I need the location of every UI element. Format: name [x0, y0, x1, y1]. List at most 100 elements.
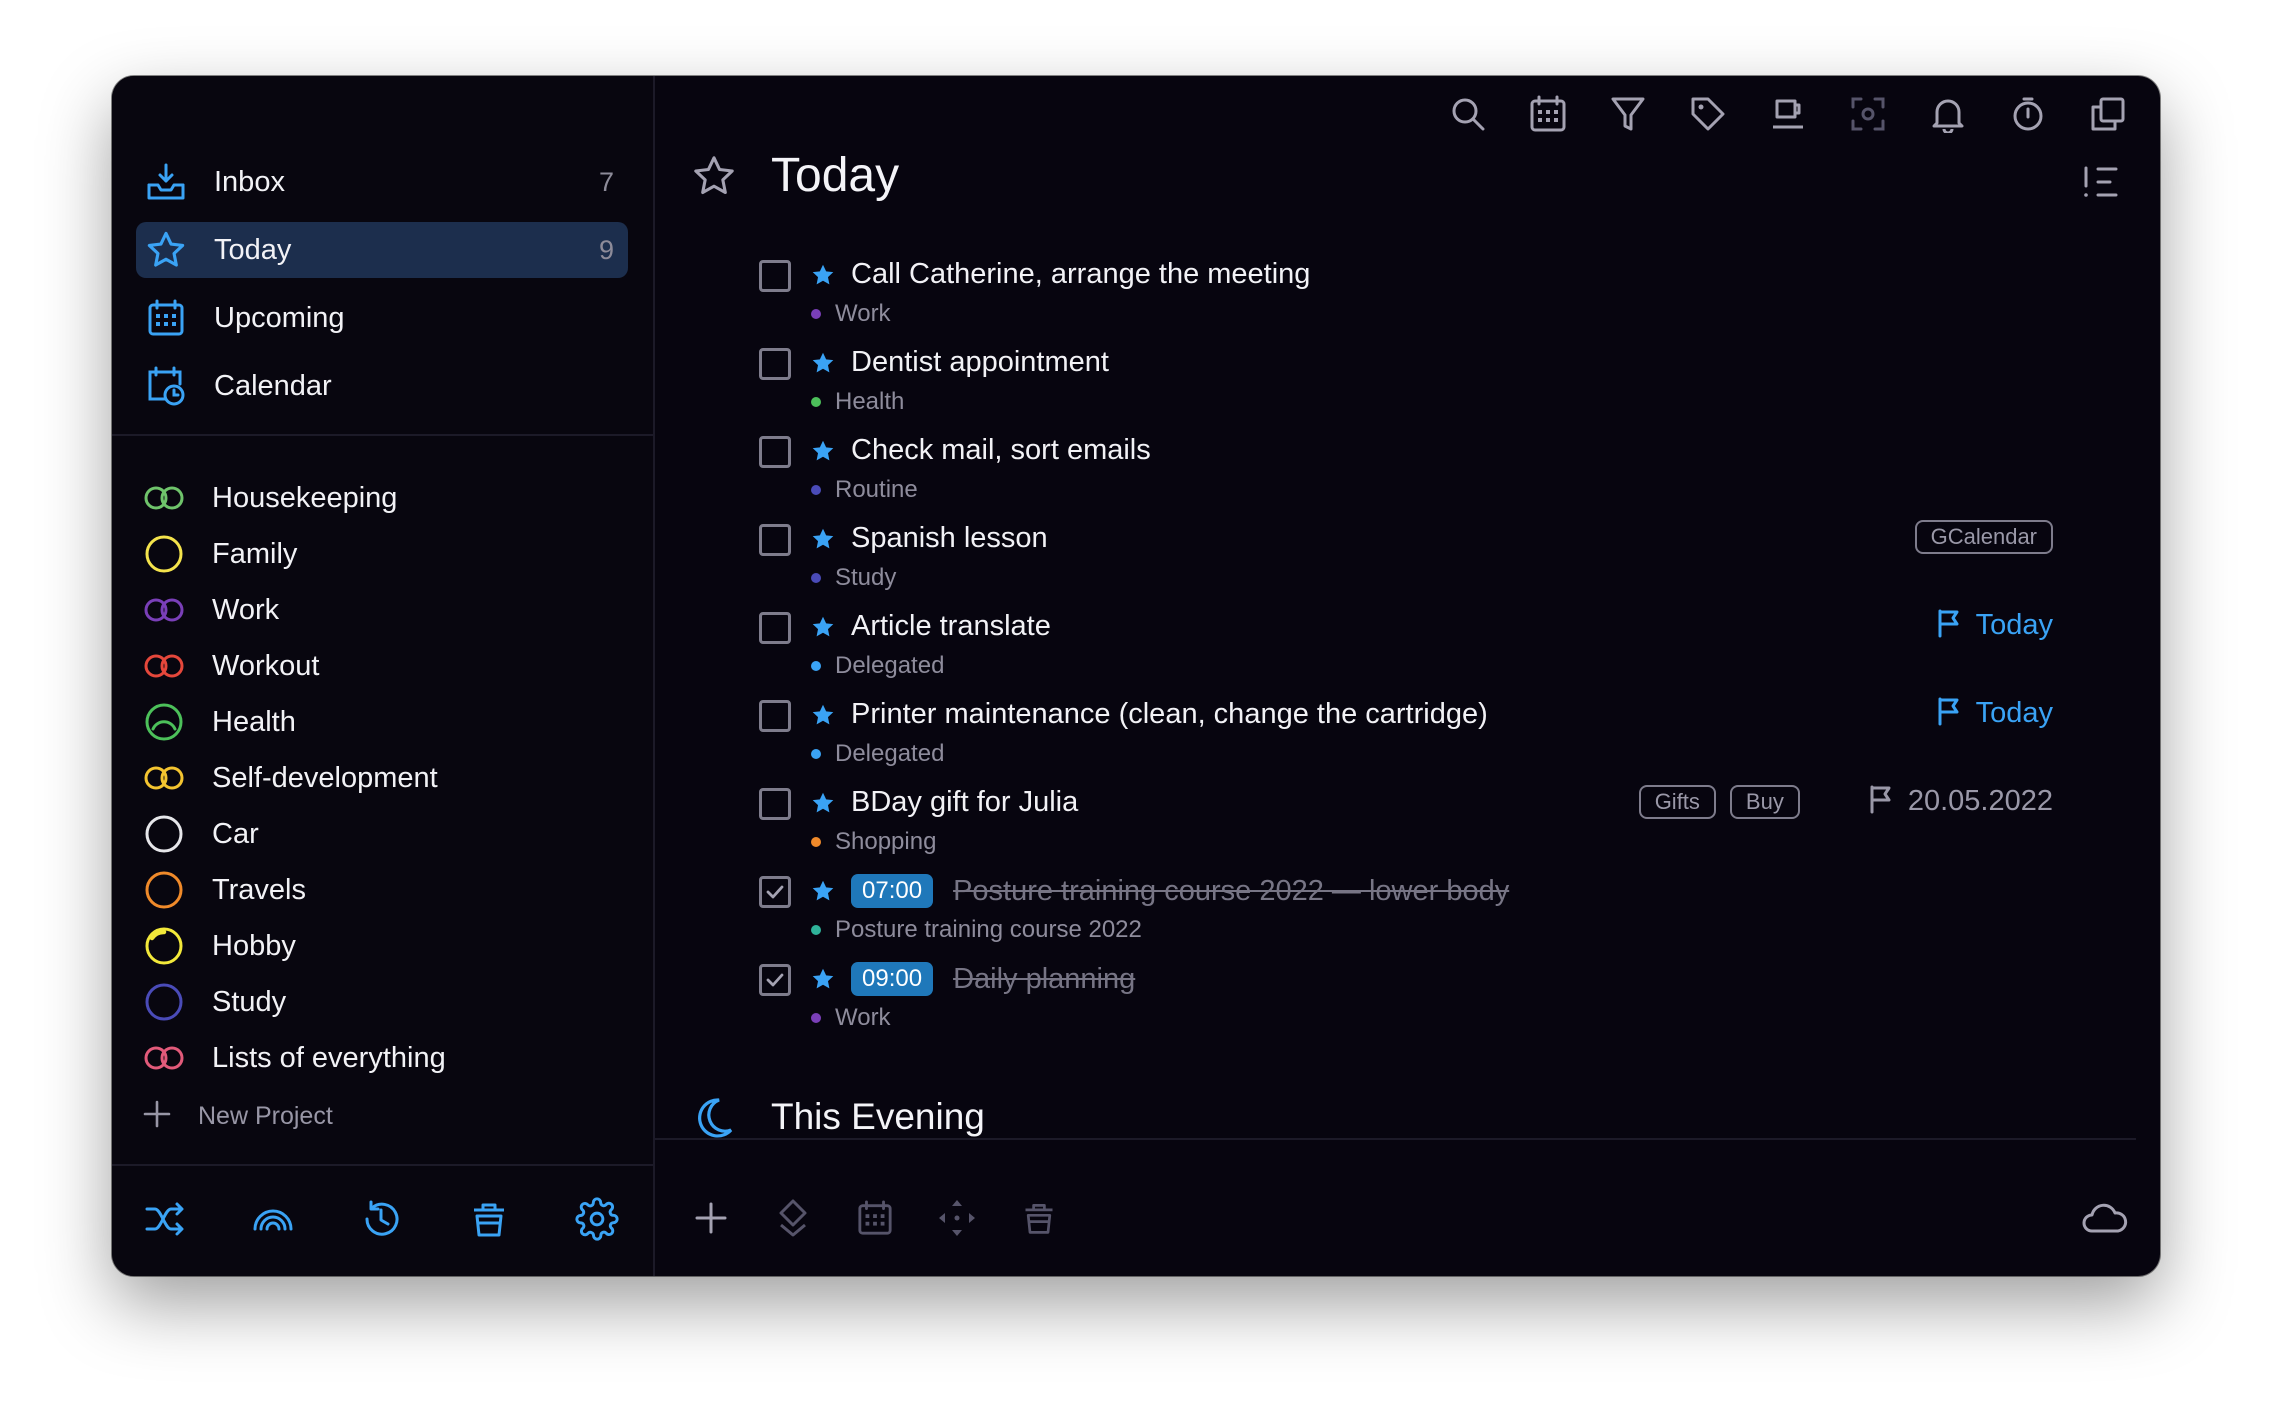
task-checkbox[interactable]	[759, 700, 791, 732]
filter-icon[interactable]	[1606, 92, 1650, 136]
task-title[interactable]: Posture training course 2022 — lower bod…	[953, 875, 1509, 908]
history-icon[interactable]	[358, 1196, 404, 1242]
project-dot	[811, 573, 821, 583]
tag-icon[interactable]	[1686, 92, 1730, 136]
due-date[interactable]: 20.05.2022	[1868, 784, 2053, 819]
search-icon[interactable]	[1446, 92, 1490, 136]
sidebar-item-project[interactable]: Family	[142, 526, 446, 582]
task-row[interactable]: Article translate Delegated Today	[759, 609, 2053, 700]
sort-priority-icon[interactable]	[2080, 162, 2120, 202]
task-checkbox[interactable]	[759, 348, 791, 380]
timer-icon[interactable]	[2006, 92, 2050, 136]
task-checkbox[interactable]	[759, 876, 791, 908]
today-star-icon[interactable]	[810, 350, 836, 376]
project-icon	[142, 812, 186, 856]
calendar-grid-icon	[144, 296, 188, 340]
project-icon	[142, 756, 186, 800]
today-star-icon[interactable]	[810, 702, 836, 728]
sidebar-item-project[interactable]: Self-development	[142, 750, 446, 806]
due-date-label: Today	[1975, 697, 2053, 729]
star-icon	[144, 228, 188, 272]
inbox-icon	[144, 160, 188, 204]
task-project-label: Posture training course 2022	[835, 916, 1142, 943]
task-row[interactable]: Dentist appointment Health	[759, 346, 2053, 436]
sidebar-item-project[interactable]: Travels	[142, 862, 446, 918]
tag-badge[interactable]: Buy	[1729, 784, 1800, 819]
calendar-icon[interactable]	[853, 1196, 897, 1240]
task-row[interactable]: Check mail, sort emails Routine	[759, 434, 2053, 524]
coffee-icon[interactable]	[1766, 92, 1810, 136]
rainbow-icon[interactable]	[250, 1196, 296, 1242]
task-title[interactable]: Check mail, sort emails	[851, 434, 1151, 467]
task-project: Delegated	[811, 652, 944, 680]
sidebar-item-project[interactable]: Health	[142, 694, 446, 750]
today-star-icon[interactable]	[810, 790, 836, 816]
sidebar-item-project[interactable]: Workout	[142, 638, 446, 694]
task-title[interactable]: Printer maintenance (clean, change the c…	[851, 698, 1488, 731]
bell-icon[interactable]	[1926, 92, 1970, 136]
tag-badge[interactable]: GCalendar	[1914, 520, 2053, 554]
task-row[interactable]: 09:00 Daily planning Work	[759, 962, 2053, 1052]
project-dot	[811, 309, 821, 319]
trash-icon[interactable]	[466, 1196, 512, 1242]
trash-icon[interactable]	[1017, 1196, 1061, 1240]
sidebar-item-upcoming[interactable]: Upcoming	[136, 290, 628, 346]
task-title[interactable]: Call Catherine, arrange the meeting	[851, 258, 1310, 291]
task-title[interactable]: Spanish lesson	[851, 522, 1048, 555]
cloud-icon[interactable]	[2080, 1196, 2130, 1240]
copy-icon[interactable]	[2086, 92, 2130, 136]
task-project: Posture training course 2022	[811, 916, 1142, 944]
calendar-icon[interactable]	[1526, 92, 1570, 136]
task-checkbox[interactable]	[759, 260, 791, 292]
task-checkbox[interactable]	[759, 964, 791, 996]
new-project-button[interactable]: New Project	[142, 1088, 446, 1144]
task-row[interactable]: Printer maintenance (clean, change the c…	[759, 697, 2053, 788]
sidebar-item-inbox[interactable]: Inbox 7	[136, 154, 628, 210]
move-icon[interactable]	[935, 1196, 979, 1240]
task-title[interactable]: BDay gift for Julia	[851, 786, 1078, 819]
task-project-label: Delegated	[835, 652, 945, 679]
due-date[interactable]: Today	[1936, 696, 2053, 731]
today-star-icon[interactable]	[810, 614, 836, 640]
task-row[interactable]: Call Catherine, arrange the meeting Work	[759, 258, 2053, 348]
sidebar-item-project[interactable]: Lists of everything	[142, 1030, 446, 1086]
settings-icon[interactable]	[574, 1196, 620, 1242]
shuffle-icon[interactable]	[142, 1196, 188, 1242]
task-checkbox[interactable]	[759, 612, 791, 644]
task-row[interactable]: 07:00 Posture training course 2022 — lowe…	[759, 874, 2053, 964]
sidebar-item-project[interactable]: Car	[142, 806, 446, 862]
task-row[interactable]: Spanish lesson Study GCalendar	[759, 520, 2053, 612]
today-star-icon[interactable]	[810, 878, 836, 904]
new-project-label: New Project	[198, 1101, 333, 1130]
smart-lists: Inbox 7 Today 9 Upcoming Calendar	[136, 154, 628, 426]
today-star-icon[interactable]	[810, 438, 836, 464]
priority-icon[interactable]	[771, 1196, 815, 1240]
sidebar-item-project[interactable]: Hobby	[142, 918, 446, 974]
task-title-row: BDay gift for Julia	[851, 786, 1078, 819]
plus-icon	[142, 1099, 172, 1134]
due-date[interactable]: Today	[1936, 608, 2053, 643]
sidebar-item-label: Inbox	[214, 165, 285, 198]
sidebar-item-project[interactable]: Study	[142, 974, 446, 1030]
task-title[interactable]: Dentist appointment	[851, 346, 1109, 379]
today-star-icon[interactable]	[810, 966, 836, 992]
sidebar-item-today[interactable]: Today 9	[136, 222, 628, 278]
today-star-icon[interactable]	[810, 526, 836, 552]
project-label: Workout	[212, 649, 320, 682]
task-checkbox[interactable]	[759, 524, 791, 556]
tag-badge[interactable]: Gifts	[1638, 784, 1716, 819]
task-row[interactable]: BDay gift for Julia Shopping Gifts Buy 20.05…	[759, 784, 2053, 876]
task-checkbox[interactable]	[759, 788, 791, 820]
sidebar-item-project[interactable]: Work	[142, 582, 446, 638]
task-project-label: Work	[835, 1004, 891, 1031]
sidebar-item-calendar[interactable]: Calendar	[136, 358, 628, 414]
task-title[interactable]: Daily planning	[953, 963, 1135, 996]
task-checkbox[interactable]	[759, 436, 791, 468]
today-star-icon[interactable]	[810, 262, 836, 288]
task-title[interactable]: Article translate	[851, 610, 1051, 643]
add-icon[interactable]	[689, 1196, 733, 1240]
project-icon	[142, 588, 186, 632]
sidebar-item-project[interactable]: Housekeeping	[142, 470, 446, 526]
task-title-row: Check mail, sort emails	[851, 434, 1151, 467]
focus-icon[interactable]	[1846, 92, 1890, 136]
